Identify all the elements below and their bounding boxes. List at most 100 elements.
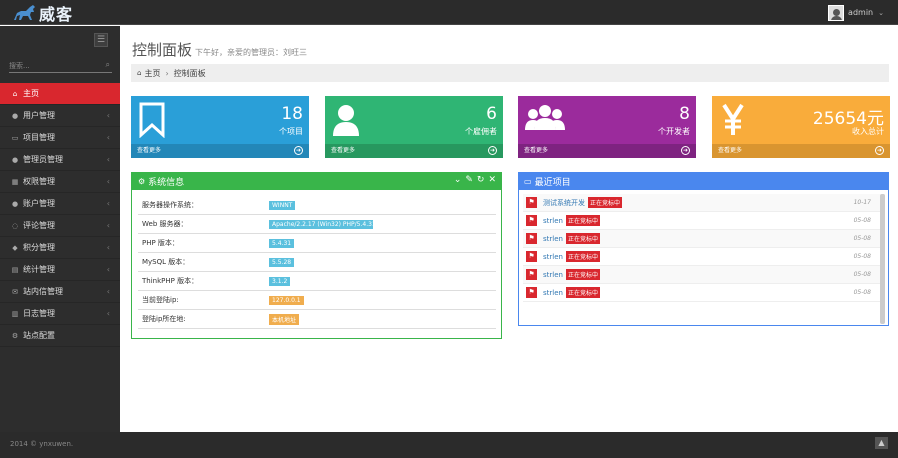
- sidebar-item[interactable]: ▦ 权限管理 ‹: [0, 171, 120, 193]
- sidebar-item[interactable]: ✉ 站内信管理 ‹: [0, 281, 120, 303]
- chevron-left-icon: ‹: [106, 243, 110, 252]
- flag-icon: ⚑: [526, 287, 537, 298]
- info-key: 服务器操作系统：: [142, 201, 198, 209]
- panel-header: ⚙ 系统信息 ⌄ ✎ ↻ ✕: [132, 173, 501, 190]
- panel-title: 系统信息: [148, 178, 185, 188]
- sitemap-icon: ▦: [11, 177, 19, 186]
- table-row: ThinkPHP 版本： 3.1.2: [138, 272, 496, 291]
- project-name-link[interactable]: 测试系统开发: [543, 198, 585, 208]
- sidebar-item-label: 权限管理: [23, 177, 55, 186]
- chevron-left-icon: ‹: [106, 177, 110, 186]
- avatar: [828, 4, 845, 21]
- sidebar-item-label: 积分管理: [23, 243, 55, 252]
- project-name-link[interactable]: strlen: [543, 253, 563, 261]
- status-badge: 正在竞标中: [565, 251, 600, 262]
- chevron-right-icon: ›: [165, 68, 169, 78]
- table-row: Web 服务器： Apache/2.2.17 (Win32) PHP/5.4.31: [138, 215, 496, 234]
- sidebar-item[interactable]: ◆ 积分管理 ‹: [0, 237, 120, 259]
- scrollbar[interactable]: [880, 194, 885, 324]
- home-icon: ⌂: [137, 69, 142, 77]
- close-icon[interactable]: ✕: [488, 175, 496, 185]
- view-more-link[interactable]: 查看更多 ➜: [518, 144, 696, 158]
- system-info-table: 服务器操作系统： WINNT Web 服务器： Apache/2.2.17 (Win3…: [138, 196, 496, 329]
- list-item[interactable]: ⚑ strlen 正在竞标中 05-08: [523, 230, 885, 248]
- wrench-icon[interactable]: ✎: [465, 175, 473, 185]
- arrow-circle-right-icon: ➜: [294, 146, 303, 155]
- sidebar-item-label: 主页: [23, 89, 39, 98]
- panel-header: ▭ 最近项目: [519, 173, 888, 190]
- sidebar-item[interactable]: ◌ 评论管理 ‹: [0, 215, 120, 237]
- user-icon: ●: [11, 111, 19, 120]
- breadcrumb-home[interactable]: 主页: [144, 68, 160, 79]
- sidebar-item[interactable]: ⌂ 主页: [0, 83, 127, 105]
- page-subtitle: 下午好，亲爱的管理员：刘旺三: [195, 48, 308, 57]
- users-icon: [525, 105, 565, 130]
- sidebar-toggle-button[interactable]: ☰: [94, 33, 108, 47]
- sidebar-item[interactable]: ● 账户管理 ‹: [0, 193, 120, 215]
- comment-icon: ◌: [11, 221, 19, 230]
- sidebar-item-label: 项目管理: [23, 133, 55, 142]
- info-value-badge: 5.4.31: [269, 238, 295, 248]
- user-icon: ●: [11, 155, 19, 164]
- view-more-link[interactable]: 查看更多 ➜: [325, 144, 503, 158]
- username: admin: [848, 8, 874, 17]
- panel-tools: ⌄ ✎ ↻ ✕: [454, 175, 496, 185]
- list-item[interactable]: ⚑ 测试系统开发 正在竞标中 10-17: [523, 194, 885, 212]
- project-name-link[interactable]: strlen: [543, 235, 563, 243]
- view-more-link[interactable]: 查看更多 ➜: [131, 144, 309, 158]
- project-name-link[interactable]: strlen: [543, 217, 563, 225]
- stat-label: 个开发者: [658, 127, 690, 136]
- flag-icon: ⚑: [526, 197, 537, 208]
- collapse-icon[interactable]: ⌄: [454, 175, 462, 185]
- list-item[interactable]: ⚑ strlen 正在竞标中 05-08: [523, 284, 885, 302]
- sidebar-item[interactable]: ▥ 日志管理 ‹: [0, 303, 120, 325]
- sidebar-item[interactable]: ● 管理员管理 ‹: [0, 149, 120, 171]
- stat-label: 个项目: [279, 127, 303, 136]
- info-value-badge: 本机地址: [269, 313, 300, 325]
- breadcrumb-current: 控制面板: [173, 68, 206, 78]
- brand-logo[interactable]: 威客: [12, 2, 73, 24]
- project-date: 05-08: [853, 235, 871, 242]
- list-item[interactable]: ⚑ strlen 正在竞标中 05-08: [523, 212, 885, 230]
- sidebar-item-label: 账户管理: [23, 199, 55, 208]
- sidebar-item-label: 管理员管理: [23, 155, 63, 164]
- info-key: PHP 版本：: [142, 239, 179, 247]
- info-value-badge: Apache/2.2.17 (Win32) PHP/5.4.31: [269, 219, 373, 229]
- horse-logo-icon: [14, 5, 35, 20]
- project-name-link[interactable]: strlen: [543, 289, 563, 297]
- search-input[interactable]: [9, 59, 99, 72]
- info-key: 登陆ip所在地:: [142, 315, 186, 323]
- stat-label: 收入总计: [852, 127, 884, 136]
- arrow-circle-right-icon: ➜: [488, 146, 497, 155]
- flag-icon: ⚑: [526, 269, 537, 280]
- back-to-top-button[interactable]: ▲: [875, 437, 888, 449]
- cogs-icon: ⚙: [11, 331, 19, 340]
- system-info-panel: ⚙ 系统信息 ⌄ ✎ ↻ ✕ 服务器操作系统： WINNT Web 服务器： Apac…: [131, 172, 502, 339]
- list-item[interactable]: ⚑ strlen 正在竞标中 05-08: [523, 248, 885, 266]
- flag-icon: ⚑: [526, 251, 537, 262]
- view-more-link[interactable]: 查看更多 ➜: [712, 144, 890, 158]
- copyright: 2014 © ynxuwen.: [10, 440, 74, 448]
- info-value-badge: 5.5.28: [269, 257, 295, 267]
- refresh-icon[interactable]: ↻: [477, 175, 485, 185]
- list-item[interactable]: ⚑ strlen 正在竞标中 05-08: [523, 266, 885, 284]
- sidebar-item[interactable]: ▤ 统计管理 ‹: [0, 259, 120, 281]
- stat-card-projects: 18 个项目 查看更多 ➜: [131, 96, 309, 158]
- info-key: 当前登陆ip:: [142, 296, 179, 304]
- top-navbar: 威客 admin ⌄: [0, 0, 898, 25]
- user-menu[interactable]: admin ⌄: [828, 4, 884, 21]
- search-icon[interactable]: ⌕: [106, 60, 110, 70]
- main-content: 控制面板 下午好，亲爱的管理员：刘旺三 ⌂ 主页 › 控制面板 18 个项目 查…: [120, 26, 898, 432]
- chart-icon: ▤: [11, 265, 19, 274]
- sidebar-item-label: 统计管理: [23, 265, 55, 274]
- table-row: 登陆ip所在地: 本机地址: [138, 310, 496, 329]
- status-badge: 正在竞标中: [565, 215, 600, 226]
- table-row: PHP 版本： 5.4.31: [138, 234, 496, 253]
- sidebar-item[interactable]: ▭ 项目管理 ‹: [0, 127, 120, 149]
- sidebar-item[interactable]: ● 用户管理 ‹: [0, 105, 120, 127]
- project-name-link[interactable]: strlen: [543, 271, 563, 279]
- info-value-badge: 127.0.0.1: [269, 295, 304, 305]
- chevron-left-icon: ‹: [106, 265, 110, 274]
- bookmark-icon: ▭: [524, 177, 532, 186]
- sidebar-item[interactable]: ⚙ 站点配置: [0, 325, 120, 347]
